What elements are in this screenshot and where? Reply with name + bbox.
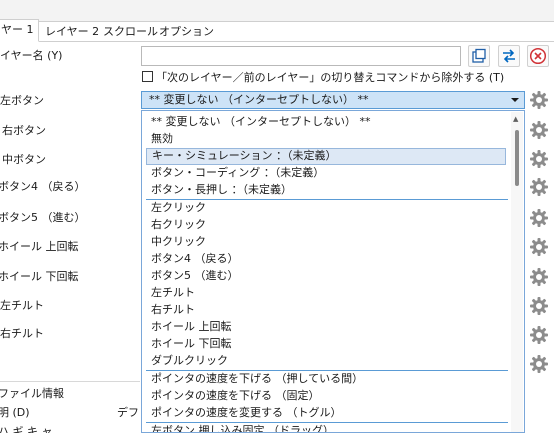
exclude-checkbox-label: 「次のレイヤー／前のレイヤー」の切り替えコマンドから除外する (T) <box>156 71 505 84</box>
list-item[interactable]: 右クリック <box>146 217 506 234</box>
tab-divider <box>0 41 554 42</box>
scrollbar-thumb[interactable] <box>515 130 519 186</box>
layer-name-label: イヤー名 (Y) <box>0 49 63 62</box>
list-item[interactable]: ホイール 上回転 <box>146 319 506 336</box>
row-label-right-button: 右ボタン <box>2 124 46 137</box>
list-item[interactable]: ポインタの速度を下げる （固定） <box>146 388 506 405</box>
list-item[interactable]: ポインタの速度を下げる （押している間） <box>146 371 506 388</box>
gear-icon[interactable] <box>529 177 549 197</box>
row-label-wheel-down: ホイール 下回転 <box>0 270 79 283</box>
tab-options[interactable]: オプション <box>154 21 219 41</box>
list-item[interactable]: ボタン4 （戻る） <box>146 251 506 268</box>
list-item[interactable]: ホイール 下回転 <box>146 336 506 353</box>
list-item[interactable]: ポインタの速度を変更する （トグル） <box>146 405 506 422</box>
gear-icon[interactable] <box>529 149 549 169</box>
list-item[interactable]: 無効 <box>146 131 506 148</box>
gear-icon[interactable] <box>529 267 549 287</box>
description-value: デフ <box>117 406 139 419</box>
row-label-wheel-up: ホイール 上回転 <box>0 240 79 253</box>
list-item[interactable]: ダブルクリック <box>146 353 506 370</box>
row-label-button5: ボタン5 （進む） <box>0 211 86 224</box>
list-item[interactable]: 左クリック <box>146 200 506 217</box>
list-item[interactable]: ** 変更しない （インターセプトしない） ** <box>146 114 506 131</box>
swap-button[interactable] <box>498 45 520 67</box>
gear-icon[interactable] <box>529 296 549 316</box>
gear-icon[interactable] <box>529 237 549 257</box>
list-item[interactable]: 左ボタン 押し込み固定 （ドラッグ） <box>146 423 506 432</box>
list-item-highlighted[interactable]: キー・シミュレーション ：（未定義） <box>146 148 506 165</box>
exclude-checkbox[interactable] <box>142 71 153 82</box>
gear-icon[interactable] <box>529 354 549 374</box>
tab-strip <box>0 0 554 22</box>
swap-arrows-icon <box>503 49 515 63</box>
delete-button[interactable] <box>527 45 549 67</box>
list-item[interactable]: 右チルト <box>146 302 506 319</box>
layer-name-input[interactable] <box>141 46 461 66</box>
gear-icon[interactable] <box>529 325 549 345</box>
list-item[interactable]: ボタン・コーディング ：（未定義） <box>146 165 506 182</box>
copy-button[interactable] <box>468 45 490 67</box>
copy-icon <box>472 48 486 63</box>
list-item[interactable]: 中クリック <box>146 234 506 251</box>
combobox-selected-text: ** 変更しない （インターセプトしない） ** <box>149 93 369 106</box>
row-label-button4: ボタン4 （戻る） <box>0 180 86 193</box>
action-combobox[interactable]: ** 変更しない （インターセプトしない） ** <box>141 91 525 109</box>
dropdown-scrollbar[interactable]: ▲ <box>511 112 523 432</box>
scroll-up-arrow-icon[interactable]: ▲ <box>513 115 518 123</box>
list-item[interactable]: ボタン・長押し ：（未定義） <box>146 182 506 199</box>
close-circle-icon <box>529 47 547 65</box>
gear-icon[interactable] <box>529 120 549 140</box>
row-label-tilt-left: 左チルト <box>0 299 44 312</box>
dropdown-arrow-icon[interactable] <box>508 93 522 107</box>
file-info-heading: ファイル情報 <box>0 387 64 400</box>
tab-layer-1[interactable]: ヤー 1 <box>0 19 39 42</box>
cut-off-label: ハ ギ キ ャ <box>0 425 53 433</box>
description-label: 明 (D) <box>0 406 30 419</box>
row-label-middle-button: 中ボタン <box>2 153 46 166</box>
tab-layer-2[interactable]: レイヤー 2 <box>40 21 104 41</box>
row-label-tilt-right: 右チルト <box>0 327 44 340</box>
list-item[interactable]: 左チルト <box>146 285 506 302</box>
action-dropdown-list[interactable]: ** 変更しない （インターセプトしない） ** 無効 キー・シミュレーション … <box>141 110 525 433</box>
gear-icon[interactable] <box>529 90 549 110</box>
row-label-left-button: 左ボタン <box>0 94 44 107</box>
list-item[interactable]: ボタン5 （進む） <box>146 268 506 285</box>
gear-icon[interactable] <box>529 208 549 228</box>
file-info-divider <box>0 381 140 382</box>
